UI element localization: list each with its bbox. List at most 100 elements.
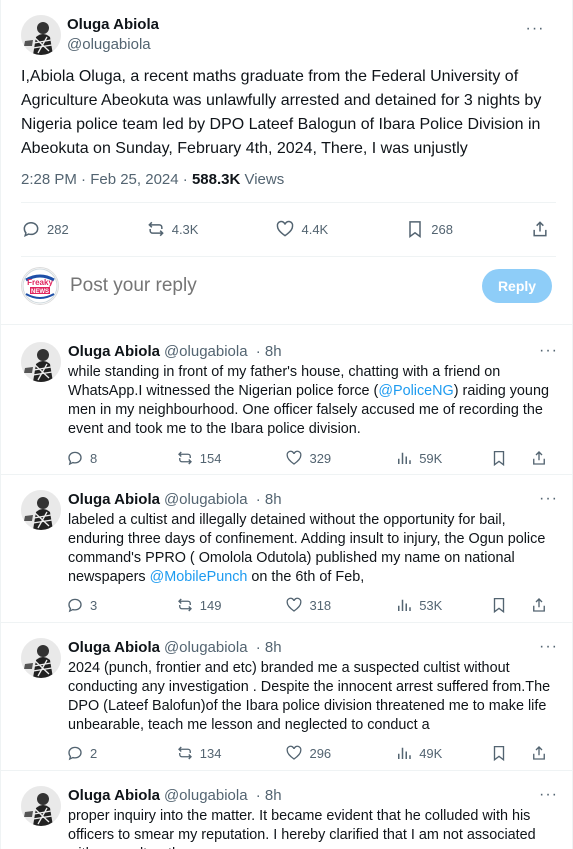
author-handle[interactable]: @olugabiola (164, 787, 248, 804)
user-avatar-logo[interactable]: Freaky NEWS (21, 267, 59, 305)
author-name[interactable]: Oluga Abiola (68, 491, 160, 508)
author-name[interactable]: Oluga Abiola (67, 15, 159, 35)
repost-icon (177, 598, 192, 612)
like-button[interactable]: 4.4K (275, 219, 328, 239)
svg-text:NEWS: NEWS (31, 289, 49, 295)
reply-text: labeled a cultist and illegally detained… (68, 511, 558, 587)
more-horizontal-icon[interactable]: ··· (539, 638, 558, 656)
freaky-news-logo: Freaky NEWS (22, 268, 58, 304)
repost-count: 149 (199, 597, 222, 613)
share-button[interactable] (530, 219, 556, 239)
share-button[interactable] (530, 596, 554, 614)
avatar[interactable] (21, 342, 61, 382)
avatar[interactable] (21, 638, 61, 678)
post-age[interactable]: · 8h (252, 787, 282, 804)
tweet-meta: 2:28 PM · Feb 25, 2024 · 588.3K Views (21, 171, 284, 188)
repost-count: 154 (199, 450, 222, 466)
reply-bubble-icon (68, 746, 82, 761)
view-count: 59K (419, 450, 443, 466)
reply-action-bar: 3 149 318 53K (66, 594, 554, 616)
more-horizontal-icon[interactable]: ··· (539, 786, 558, 804)
reply-count: 3 (90, 597, 98, 613)
reply-composer: Freaky NEWS Reply (21, 264, 552, 308)
reply-input[interactable] (70, 275, 482, 297)
like-button[interactable]: 329 (285, 449, 395, 467)
reply-count: 2 (90, 745, 98, 761)
author-name[interactable]: Oluga Abiola (68, 787, 160, 804)
reply-count: 282 (47, 221, 69, 237)
bookmark-button[interactable]: 268 (405, 219, 453, 239)
repost-count: 4.3K (171, 221, 199, 237)
share-button[interactable] (530, 744, 554, 762)
reply-bubble-icon (68, 451, 82, 466)
tweet-timestamp[interactable]: 2:28 PM · Feb 25, 2024 · (21, 171, 192, 188)
bookmark-icon (493, 450, 505, 467)
more-horizontal-icon[interactable]: ··· (539, 342, 558, 360)
author-handle[interactable]: @olugabiola (164, 343, 248, 360)
views-button[interactable]: 49K (395, 744, 490, 762)
divider (1, 474, 572, 475)
mention-link[interactable]: @MobilePunch (150, 569, 248, 585)
divider (21, 256, 556, 257)
share-icon (533, 598, 545, 612)
repost-button[interactable]: 134 (176, 744, 286, 762)
author-handle[interactable]: @olugabiola (164, 639, 248, 656)
views-bar-chart-icon (398, 599, 411, 611)
repost-icon (177, 451, 192, 465)
reply-button[interactable]: 3 (66, 596, 176, 614)
share-icon (533, 221, 547, 237)
share-button[interactable] (530, 449, 554, 467)
reply-header: Oluga Abiola @olugabiola · 8h (68, 342, 282, 362)
author-name[interactable]: Oluga Abiola (68, 639, 160, 656)
reply-text: while standing in front of my father's h… (68, 363, 558, 439)
view-count: 49K (419, 745, 443, 761)
reply-button[interactable]: 282 (21, 219, 69, 239)
reply-button[interactable]: 8 (66, 449, 176, 467)
author-handle[interactable]: @olugabiola (67, 35, 159, 55)
reply-action-bar: 2 134 296 49K (66, 742, 554, 764)
bookmark-icon (409, 221, 421, 238)
author-name[interactable]: Oluga Abiola (68, 343, 160, 360)
like-button[interactable]: 318 (285, 596, 395, 614)
more-horizontal-icon[interactable]: ··· (520, 19, 550, 39)
repost-button[interactable]: 149 (176, 596, 286, 614)
post-age[interactable]: · 8h (252, 343, 282, 360)
mention-link[interactable]: @PoliceNG (378, 383, 453, 399)
divider (1, 770, 572, 771)
divider (1, 622, 572, 623)
more-horizontal-icon[interactable]: ··· (539, 490, 558, 508)
heart-icon (286, 450, 302, 465)
share-icon (533, 451, 545, 465)
reply-text-part: on the 6th of Feb, (247, 569, 365, 585)
post-age[interactable]: · 8h (252, 491, 282, 508)
reply-header: Oluga Abiola @olugabiola · 8h (68, 490, 282, 510)
post-age[interactable]: · 8h (252, 639, 282, 656)
share-icon (533, 746, 545, 760)
reply-button[interactable]: 2 (66, 744, 176, 762)
reply-submit-button[interactable]: Reply (482, 269, 552, 303)
bookmark-button[interactable] (490, 449, 514, 467)
views-button[interactable]: 59K (395, 449, 490, 467)
views-bar-chart-icon (398, 452, 411, 464)
main-tweet-text: I,Abiola Oluga, a recent maths graduate … (21, 68, 542, 157)
author-block: Oluga Abiola @olugabiola (67, 15, 159, 55)
like-count: 4.4K (301, 221, 329, 237)
view-count: 588.3K (191, 171, 241, 188)
reply-bubble-icon (23, 221, 39, 238)
views-button[interactable]: 53K (395, 596, 490, 614)
avatar[interactable] (21, 490, 61, 530)
repost-count: 134 (199, 745, 222, 761)
reply-action-bar: 8 154 329 59K (66, 447, 554, 469)
repost-icon (177, 746, 192, 760)
author-handle[interactable]: @olugabiola (164, 491, 248, 508)
view-count: 53K (419, 597, 443, 613)
bookmark-button[interactable] (490, 596, 514, 614)
like-button[interactable]: 296 (285, 744, 395, 762)
main-tweet-header: Oluga Abiola @olugabiola ··· (21, 13, 556, 57)
avatar[interactable] (21, 786, 61, 826)
bookmark-button[interactable] (490, 744, 514, 762)
repost-button[interactable]: 154 (176, 449, 286, 467)
divider (1, 324, 572, 325)
repost-button[interactable]: 4.3K (146, 219, 199, 239)
avatar[interactable] (21, 15, 61, 55)
